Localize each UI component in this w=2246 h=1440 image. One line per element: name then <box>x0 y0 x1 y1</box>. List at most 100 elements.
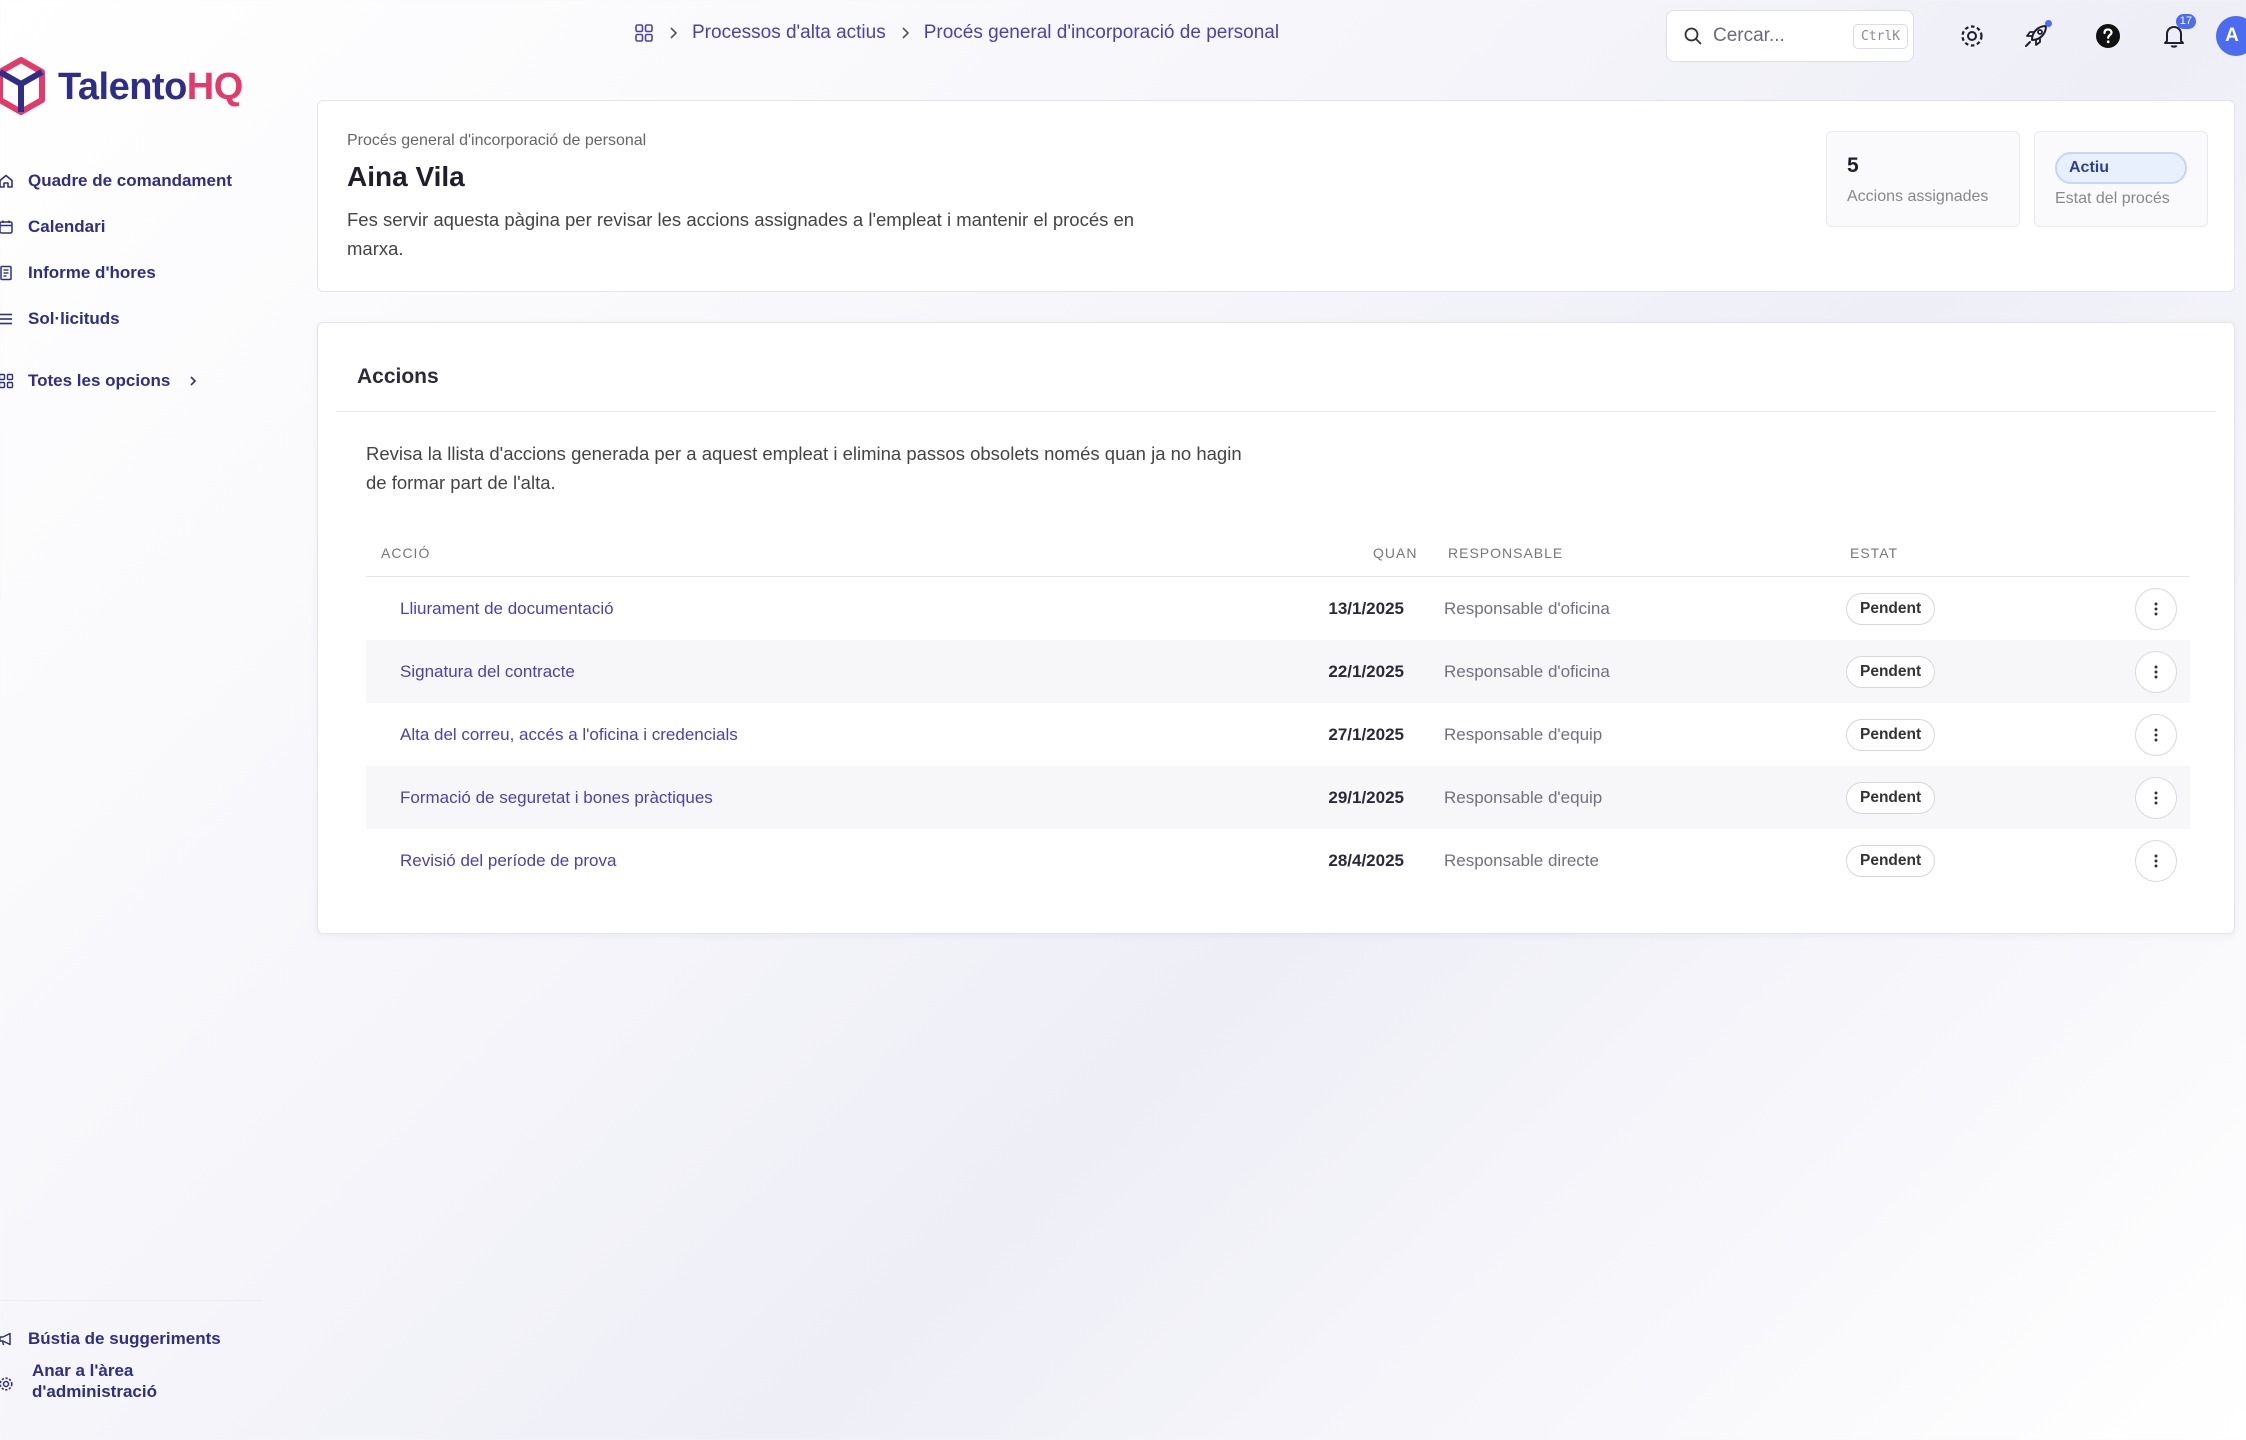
sidebar: TalentoHQ Quadre de comandament Calendar… <box>0 0 270 1440</box>
breadcrumb: Processos d'alta actius Procés general d… <box>634 22 1279 44</box>
action-link[interactable]: Formació de seguretat i bones pràctiques <box>400 766 713 829</box>
user-avatar[interactable]: A <box>2216 16 2246 56</box>
search-input[interactable] <box>1713 25 1843 47</box>
action-link[interactable]: Revisió del període de prova <box>400 829 616 892</box>
search-shortcut-hint: CtrlK <box>1853 23 1909 49</box>
chevron-right-icon <box>668 26 678 40</box>
sidebar-item-label: Bústia de suggeriments <box>28 1329 221 1348</box>
brand-logo[interactable]: TalentoHQ <box>0 56 243 118</box>
sidebar-item-label: Totes les opcions <box>28 371 171 390</box>
process-status-stat: Actiu Estat del procés <box>2034 131 2208 227</box>
cube-logo-icon <box>0 56 46 118</box>
status-badge: Pendent <box>1846 781 1936 814</box>
action-link[interactable]: Lliurament de documentació <box>400 577 614 640</box>
table-row: Revisió del període de prova 28/4/2025 R… <box>366 829 2190 892</box>
row-menu-button[interactable] <box>2135 587 2177 630</box>
actions-title: Accions <box>357 365 439 388</box>
action-date: 13/1/2025 <box>1328 598 1404 618</box>
action-link[interactable]: Alta del correu, accés a l'oficina i cre… <box>400 703 738 766</box>
search-box[interactable]: CtrlK <box>1666 10 1914 62</box>
notifications-count-badge: 17 <box>2175 14 2196 29</box>
list-icon <box>0 311 14 327</box>
home-icon <box>0 173 14 189</box>
kebab-menu-icon <box>2154 602 2158 615</box>
breadcrumb-active-processes[interactable]: Processos d'alta actius <box>692 22 886 44</box>
row-menu-button[interactable] <box>2135 776 2177 819</box>
help-button[interactable] <box>2092 20 2124 52</box>
row-menu-button[interactable] <box>2135 839 2177 882</box>
employee-name: Aina Vila <box>347 161 465 192</box>
sidebar-item-label: Sol·licituds <box>28 309 120 328</box>
action-owner: Responsable d'equip <box>1444 724 1603 744</box>
table-row: Lliurament de documentació 13/1/2025 Res… <box>366 577 2190 640</box>
status-badge: Pendent <box>1846 718 1936 751</box>
status-badge: Pendent <box>1846 592 1936 625</box>
onboarding-rocket-button[interactable] <box>2020 20 2052 52</box>
gear-icon <box>0 1376 14 1392</box>
chevron-right-icon <box>900 26 910 40</box>
apps-grid-icon[interactable] <box>634 23 654 43</box>
actions-table: ACCIÓ QUAN RESPONSABLE ESTAT Lliurament … <box>366 529 2190 892</box>
action-date: 29/1/2025 <box>1328 787 1404 807</box>
kebab-menu-icon <box>2154 665 2158 678</box>
column-header-owner: RESPONSABLE <box>1448 545 1564 561</box>
column-header-action: ACCIÓ <box>381 545 431 561</box>
sidebar-item-admin[interactable]: Anar a l'àrea d'administració <box>0 1360 221 1410</box>
column-header-when: QUAN <box>1373 545 1418 561</box>
chevron-right-icon <box>188 375 198 387</box>
sidebar-item-calendar[interactable]: Calendari <box>0 204 232 250</box>
settings-button[interactable] <box>1956 20 1988 52</box>
search-icon <box>1683 26 1703 46</box>
process-status-label: Estat del procés <box>2055 190 2170 207</box>
action-owner: Responsable d'oficina <box>1444 598 1610 618</box>
actions-card: Accions Revisa la llista d'accions gener… <box>317 322 2235 934</box>
sidebar-item-label: Anar a l'àrea d'administració <box>32 1361 157 1401</box>
sidebar-item-suggestions[interactable]: Bústia de suggeriments <box>0 1318 221 1360</box>
gear-icon <box>1959 23 1985 49</box>
notifications-button[interactable]: 17 <box>2158 14 2196 52</box>
action-date: 27/1/2025 <box>1328 724 1404 744</box>
action-date: 28/4/2025 <box>1328 850 1404 870</box>
sidebar-item-hours-report[interactable]: Informe d'hores <box>0 250 232 296</box>
breadcrumb-current-process[interactable]: Procés general d'incorporació de persona… <box>924 22 1279 44</box>
status-badge: Actiu <box>2055 152 2187 184</box>
action-date: 22/1/2025 <box>1328 661 1404 681</box>
calendar-icon <box>0 219 14 235</box>
status-badge: Pendent <box>1846 655 1936 688</box>
sidebar-item-label: Quadre de comandament <box>28 171 233 190</box>
action-owner: Responsable d'oficina <box>1444 661 1610 681</box>
action-link[interactable]: Signatura del contracte <box>400 640 575 703</box>
page-description: Fes servir aquesta pàgina per revisar le… <box>347 209 1135 259</box>
process-name: Procés general d'incorporació de persona… <box>347 132 647 149</box>
row-menu-button[interactable] <box>2135 650 2177 693</box>
section-divider <box>336 411 2216 412</box>
table-row: Formació de seguretat i bones pràctiques… <box>366 766 2190 829</box>
sidebar-item-requests[interactable]: Sol·licituds <box>0 296 232 342</box>
column-header-status: ESTAT <box>1850 545 1899 561</box>
brand-name: TalentoHQ <box>58 65 243 108</box>
table-header: ACCIÓ QUAN RESPONSABLE ESTAT <box>366 529 2190 577</box>
action-owner: Responsable d'equip <box>1444 787 1603 807</box>
sidebar-item-all-options[interactable]: Totes les opcions <box>0 358 232 404</box>
bottom-nav: Bústia de suggeriments Anar a l'àrea d'a… <box>0 1318 221 1410</box>
sidebar-divider <box>0 1300 262 1301</box>
table-row: Alta del correu, accés a l'oficina i cre… <box>366 703 2190 766</box>
megaphone-icon <box>0 1331 14 1347</box>
sidebar-item-label: Calendari <box>28 217 106 236</box>
actions-description: Revisa la llista d'accions generada per … <box>366 443 1242 493</box>
sidebar-item-label: Informe d'hores <box>28 263 156 282</box>
action-owner: Responsable directe <box>1444 850 1599 870</box>
table-row: Signatura del contracte 22/1/2025 Respon… <box>366 640 2190 703</box>
report-icon <box>0 265 14 281</box>
assigned-actions-count: 5 <box>1847 154 1859 177</box>
kebab-menu-icon <box>2154 728 2158 741</box>
kebab-menu-icon <box>2154 791 2158 804</box>
assigned-actions-stat: 5 Accions assignades <box>1826 131 2020 227</box>
kebab-menu-icon <box>2154 854 2158 867</box>
employee-header-card: Procés general d'incorporació de persona… <box>317 100 2235 292</box>
row-menu-button[interactable] <box>2135 713 2177 756</box>
new-indicator-dot <box>2045 20 2052 27</box>
sidebar-item-dashboard[interactable]: Quadre de comandament <box>0 158 232 204</box>
main-nav: Quadre de comandament Calendari Informe … <box>0 158 232 404</box>
help-icon <box>2095 23 2121 49</box>
